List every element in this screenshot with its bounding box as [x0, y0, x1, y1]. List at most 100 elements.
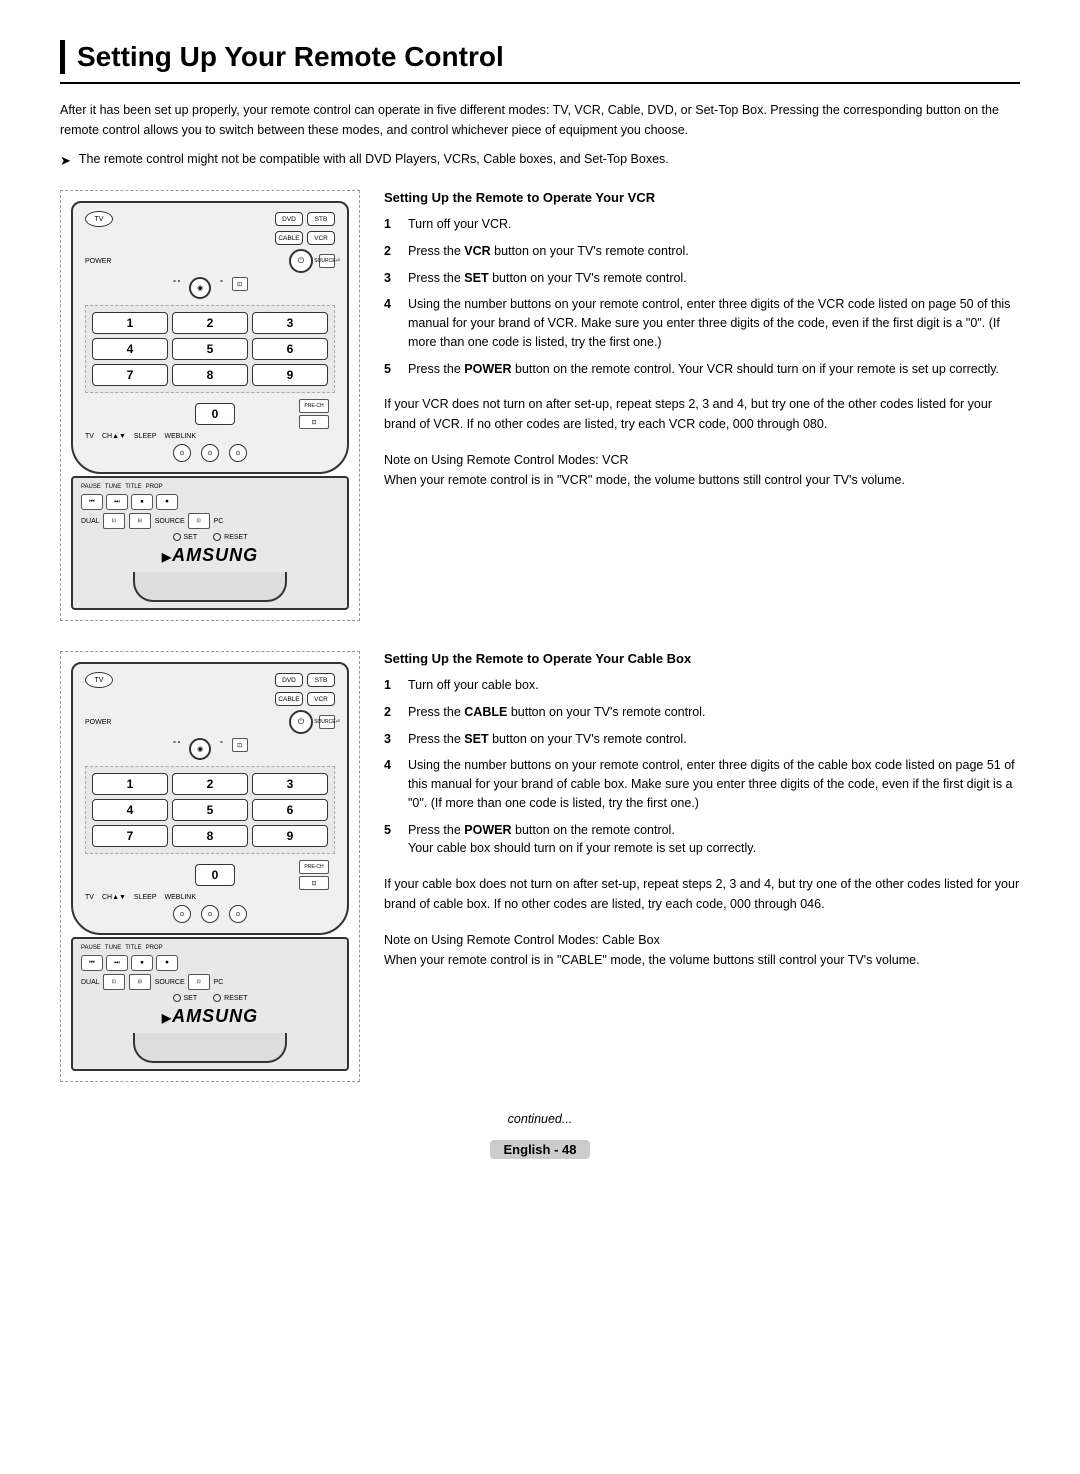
btn-1-2[interactable]: 1	[92, 773, 168, 795]
page-title: Setting Up Your Remote Control	[60, 40, 1020, 84]
power-button[interactable]: ⏻	[289, 249, 313, 273]
dual-label-2: DUAL	[81, 979, 100, 986]
cable-content: Setting Up the Remote to Operate Your Ca…	[384, 651, 1020, 970]
extra2-btn[interactable]: ⊡	[299, 415, 329, 429]
btn-1[interactable]: 1	[92, 312, 168, 334]
reset-label-2: RESET	[224, 995, 247, 1002]
btn-8-2[interactable]: 8	[172, 825, 248, 847]
remote-image-vcr: TV DVD STB CABLE VCR POWER	[60, 190, 360, 621]
stb-button[interactable]: STB	[307, 212, 335, 226]
zero-row: 0 PRE-CH ⊡	[85, 399, 335, 429]
vcr-note-text: When your remote control is in "VCR" mod…	[384, 470, 1020, 490]
tv-button[interactable]: TV	[85, 211, 113, 227]
cable-step-4: 4 Using the number buttons on your remot…	[384, 756, 1020, 812]
media-btn-2-2[interactable]: ⏭	[106, 955, 128, 971]
dual-btn-2[interactable]: ⊡	[103, 974, 125, 990]
stb-button-2[interactable]: STB	[307, 673, 335, 687]
samsung-arrow-icon-2	[162, 1006, 172, 1026]
media-btn-4-2[interactable]: ⏺	[156, 955, 178, 971]
power-button-2[interactable]: ⏻	[289, 710, 313, 734]
media-btn-2[interactable]: ⏭	[106, 494, 128, 510]
nav-btn-3[interactable]: ⊙	[229, 444, 247, 462]
dial-2[interactable]: ◉	[189, 738, 211, 760]
vcr-button-2[interactable]: VCR	[307, 692, 335, 706]
cable-note-title: Note on Using Remote Control Modes: Cabl…	[384, 930, 1020, 950]
dial[interactable]: ◉	[189, 277, 211, 299]
extra-btn-2[interactable]: ⊡	[232, 738, 248, 752]
btn-0-2[interactable]: 0	[195, 864, 235, 886]
btn-3[interactable]: 3	[252, 312, 328, 334]
btn-7[interactable]: 7	[92, 364, 168, 386]
media-btn-3-2[interactable]: ⏹	[131, 955, 153, 971]
btn-3-2[interactable]: 3	[252, 773, 328, 795]
vcr-step-2: 2 Press the VCR button on your TV's remo…	[384, 242, 1020, 261]
dots-right: ∘	[219, 277, 223, 299]
cable-step-1: 1 Turn off your cable box.	[384, 676, 1020, 695]
pre-ch-btn[interactable]: PRE-CH	[299, 399, 329, 413]
power-label-2: POWER	[85, 719, 111, 726]
number-grid: 1 2 3 4 5 6 7 8 9	[85, 305, 335, 393]
remote-bottom: PAUSETUNETITLEPROP ⏮ ⏭ ⏹ ⏺ DUAL ⊡ ⊟	[71, 476, 349, 610]
samsung-logo: AMSUNG	[81, 545, 339, 566]
nav-labels: TVCH▲▼SLEEPWEBLINK	[85, 433, 196, 440]
cable-section-title: Setting Up the Remote to Operate Your Ca…	[384, 651, 1020, 666]
vcr-step-5: 5 Press the POWER button on the remote c…	[384, 360, 1020, 379]
media-btn-3[interactable]: ⏹	[131, 494, 153, 510]
pip-btn-2[interactable]: ⊟	[129, 974, 151, 990]
dots-left-2: ∘∘	[172, 738, 181, 760]
cable-step-2: 2 Press the CABLE button on your TV's re…	[384, 703, 1020, 722]
pip-btn[interactable]: ⊟	[129, 513, 151, 529]
media-btn-1-2[interactable]: ⏮	[81, 955, 103, 971]
btn-6[interactable]: 6	[252, 338, 328, 360]
pc-label: PC	[214, 518, 224, 525]
pre-ch-btn-2[interactable]: PRE-CH	[299, 860, 329, 874]
vcr-step-3: 3 Press the SET button on your TV's remo…	[384, 269, 1020, 288]
btn-9[interactable]: 9	[252, 364, 328, 386]
btn-6-2[interactable]: 6	[252, 799, 328, 821]
source-btn2[interactable]: ⊡	[188, 513, 210, 529]
dual-label: DUAL	[81, 518, 100, 525]
dvd-button-2[interactable]: DVD	[275, 673, 303, 687]
btn-4[interactable]: 4	[92, 338, 168, 360]
media-btn-1[interactable]: ⏮	[81, 494, 103, 510]
vcr-note: Note on Using Remote Control Modes: VCR …	[384, 450, 1020, 490]
source-btn3[interactable]: ⊡	[188, 974, 210, 990]
vcr-steps: 1 Turn off your VCR. 2 Press the VCR but…	[384, 215, 1020, 378]
extra2-btn-2[interactable]: ⊡	[299, 876, 329, 890]
cable-button-2[interactable]: CABLE	[275, 692, 303, 706]
btn-2[interactable]: 2	[172, 312, 248, 334]
cable-button[interactable]: CABLE	[275, 231, 303, 245]
btn-9-2[interactable]: 9	[252, 825, 328, 847]
vcr-step-1: 1 Turn off your VCR.	[384, 215, 1020, 234]
dots-right-2: ∘	[219, 738, 223, 760]
btn-0[interactable]: 0	[195, 403, 235, 425]
dual-btn[interactable]: ⊡	[103, 513, 125, 529]
tv-button-2[interactable]: TV	[85, 672, 113, 688]
btn-5-2[interactable]: 5	[172, 799, 248, 821]
set-reset-row-2: SET RESET	[81, 994, 339, 1002]
nav-btn-2[interactable]: ⊙	[201, 444, 219, 462]
cable-note: Note on Using Remote Control Modes: Cabl…	[384, 930, 1020, 970]
btn-4-2[interactable]: 4	[92, 799, 168, 821]
source-button[interactable]: SOURCE⏎	[319, 254, 335, 268]
nav-btn-1[interactable]: ⊙	[173, 444, 191, 462]
nav-btn-2-2[interactable]: ⊙	[201, 905, 219, 923]
nav-btn-3-2[interactable]: ⊙	[229, 905, 247, 923]
source-label: SOURCE	[155, 518, 185, 525]
media-btn-4[interactable]: ⏺	[156, 494, 178, 510]
set-label-2: SET	[184, 995, 198, 1002]
vcr-button[interactable]: VCR	[307, 231, 335, 245]
btn-5[interactable]: 5	[172, 338, 248, 360]
btn-8[interactable]: 8	[172, 364, 248, 386]
dots-left: ∘∘	[172, 277, 181, 299]
samsung-logo-2: AMSUNG	[81, 1006, 339, 1027]
source-button-2[interactable]: SOURCE⏎	[319, 715, 335, 729]
pc-label-2: PC	[214, 979, 224, 986]
nav-btn-1-2[interactable]: ⊙	[173, 905, 191, 923]
btn-2-2[interactable]: 2	[172, 773, 248, 795]
btn-7-2[interactable]: 7	[92, 825, 168, 847]
samsung-arrow-icon	[162, 545, 172, 565]
cable-step-3: 3 Press the SET button on your TV's remo…	[384, 730, 1020, 749]
extra-btn[interactable]: ⊡	[232, 277, 248, 291]
dvd-button[interactable]: DVD	[275, 212, 303, 226]
